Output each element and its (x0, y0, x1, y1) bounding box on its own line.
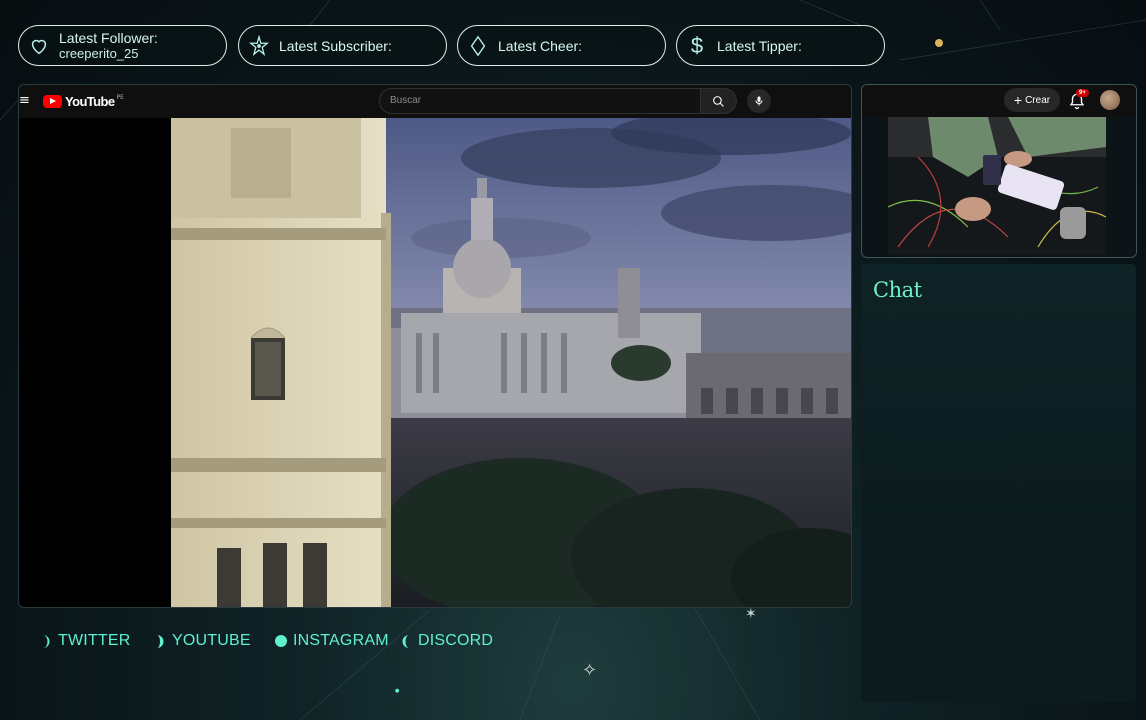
heart-icon (27, 34, 51, 58)
moon-icon (40, 634, 52, 648)
social-link-twitter[interactable]: TWITTER (40, 632, 131, 650)
dollar-icon: $ (690, 32, 704, 58)
sparkle-icon: ✧ (582, 660, 598, 681)
search-icon (713, 95, 724, 107)
circle-icon (275, 634, 287, 648)
notification-badge: 9+ (1076, 89, 1089, 97)
plus-icon: + (1013, 92, 1023, 108)
sparkle-icon: ● (395, 688, 400, 694)
latest-tipper-alert: $ Latest Tipper: (676, 25, 885, 66)
social-link-label: DISCORD (418, 632, 494, 649)
create-button[interactable]: + Crear (1004, 88, 1060, 112)
crescent-icon (400, 634, 412, 648)
decorative-dot (935, 39, 943, 47)
youtube-logo[interactable]: YouTube PE (43, 94, 124, 109)
social-link-label: TWITTER (58, 632, 131, 649)
webcam-feed (888, 117, 1106, 255)
alert-value: creeperito_25 (59, 45, 139, 61)
moon-icon (154, 634, 166, 648)
hamburger-menu-icon[interactable]: ≡ (19, 93, 30, 108)
avatar[interactable] (1100, 90, 1120, 110)
chat-title: Chat (873, 278, 922, 302)
youtube-top-bar: ≡ YouTube PE Buscar (19, 85, 851, 118)
latest-subscriber-alert: Latest Subscriber: (238, 25, 447, 66)
diamond-icon (466, 34, 490, 58)
search-button[interactable] (701, 88, 737, 114)
social-link-discord[interactable]: DISCORD (400, 632, 493, 650)
create-label: Crear (1025, 94, 1051, 106)
star-icon (247, 34, 271, 58)
youtube-window: ≡ YouTube PE Buscar (18, 84, 852, 608)
alert-label: Latest Follower: (59, 29, 158, 46)
alert-label: Latest Subscriber: (279, 37, 392, 54)
alert-label: Latest Tipper: (717, 37, 802, 54)
latest-cheer-alert: Latest Cheer: (457, 25, 666, 66)
social-link-instagram[interactable]: INSTAGRAM (275, 632, 389, 650)
video-frame (171, 118, 851, 607)
voice-search-button[interactable] (747, 89, 771, 113)
latest-follower-alert: Latest Follower: creeperito_25 (18, 25, 227, 66)
social-link-label: YOUTUBE (172, 632, 251, 649)
sparkle-icon: ✶ (745, 606, 757, 622)
country-code: PE (116, 94, 124, 101)
webcam-window: + Crear 9+ (861, 84, 1137, 258)
chat-panel: Chat (861, 264, 1136, 702)
youtube-play-icon (43, 95, 62, 108)
social-link-youtube[interactable]: YOUTUBE (154, 632, 251, 650)
social-link-label: INSTAGRAM (293, 632, 389, 649)
webcam-frame (888, 117, 1106, 255)
alert-label: Latest Cheer: (498, 37, 583, 54)
microphone-icon (755, 96, 763, 106)
youtube-logo-text: YouTube (65, 94, 115, 109)
video-player[interactable] (171, 118, 851, 607)
camera-top-bar: + Crear 9+ (862, 85, 1136, 117)
search-input[interactable]: Buscar (379, 88, 701, 114)
